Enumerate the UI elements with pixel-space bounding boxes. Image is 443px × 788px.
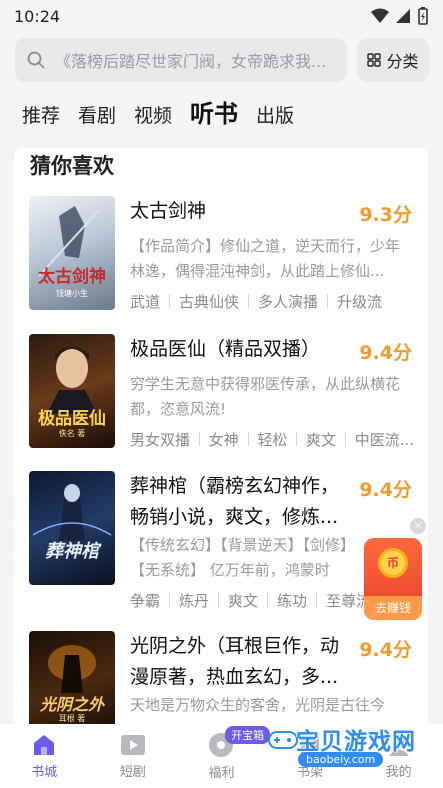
book-tag: 女神 (208, 430, 239, 449)
earn-money-button[interactable]: 币 去赚钱 (364, 538, 422, 620)
tag-divider (316, 593, 318, 607)
recommend-card: 猜你喜欢 太古剑神 钱塘小生 太古剑神 9.3分 【作品简介】修仙之道，逆天而行… (14, 148, 428, 728)
nav-label: 短剧 (119, 764, 146, 780)
earn-money-label: 去赚钱 (364, 596, 422, 620)
tag-divider (199, 432, 200, 446)
gamepad-icon (268, 731, 298, 749)
search-row: 《落榜后踏尽世家门阀，女帝跪求我... 分类 (15, 38, 429, 82)
book-tag: 轻松 (257, 430, 288, 449)
book-tag: 古典仙侠 (179, 292, 240, 311)
book-tags: 武道 古典仙侠 多人演播 升级流 (130, 289, 414, 313)
nav-short-drama[interactable]: 短剧 (89, 724, 178, 788)
book-tag: 爽文 (228, 591, 259, 610)
section-title: 猜你喜欢 (30, 154, 114, 178)
book-tag: 炼丹 (179, 591, 210, 610)
signal-icon (396, 9, 410, 23)
play-icon (120, 734, 145, 755)
tab-bar: 推荐 看剧 视频 听书 出版 (22, 94, 294, 129)
tab-audiobook[interactable]: 听书 (190, 94, 238, 129)
book-tag: 中医流... (354, 430, 414, 449)
tag-divider (296, 432, 298, 446)
cover-title: 光阴之外 (39, 695, 104, 714)
book-tag: 升级流 (337, 292, 383, 311)
coin-icon: 币 (378, 548, 408, 578)
tab-video[interactable]: 视频 (134, 101, 172, 128)
cover-author: 钱塘小生 (56, 289, 88, 298)
book-score: 9.3分 (359, 204, 412, 226)
grid-icon (367, 53, 382, 67)
watermark: 宝贝游戏网 baobeiy.com (268, 722, 438, 770)
cover-title: 太古剑神 (38, 267, 106, 287)
book-tag: 多人演播 (258, 292, 319, 311)
tag-divider (218, 593, 220, 607)
search-input[interactable]: 《落榜后踏尽世家门阀，女帝跪求我... (15, 38, 347, 82)
cover-author: 佚名 著 (58, 429, 86, 438)
book-tag: 武道 (130, 292, 161, 311)
home-icon (34, 734, 55, 755)
book-title: 太古剑神 (130, 200, 207, 222)
category-button[interactable]: 分类 (357, 38, 429, 82)
tag-divider (248, 294, 250, 308)
book-desc: 【作品简介】修仙之道，逆天而行，少年林逸，偶得混沌神剑，从此踏上修仙... (130, 237, 401, 280)
tag-divider (267, 593, 269, 607)
book-title: 葬神棺（霸榜玄幻神作，畅销小说，爽文，修炼... (130, 475, 340, 528)
book-tag: 男女双播 (130, 430, 191, 449)
book-tag: 爽文 (306, 430, 337, 449)
tag-divider (327, 294, 329, 308)
book-score: 9.4分 (359, 479, 412, 501)
book-score: 9.4分 (359, 639, 412, 661)
tag-divider (247, 432, 249, 446)
status-time: 10:24 (14, 6, 61, 26)
nav-welfare[interactable]: 开宝箱 福利 (177, 724, 271, 788)
status-icons (371, 7, 429, 25)
cover-title: 极品医仙 (38, 409, 106, 429)
book-score: 9.4分 (359, 342, 412, 364)
book-desc: 穷学生无意中获得邪医传承，从此纵横花都，恣意风流! (130, 375, 401, 418)
battery-icon (418, 7, 428, 25)
watermark-title: 宝贝游戏网 (296, 729, 416, 755)
book-cover[interactable]: 太古剑神 钱塘小生 (29, 196, 115, 310)
book-tags: 男女双播 女神 轻松 爽文 中医流... (130, 427, 414, 451)
tag-divider (169, 593, 171, 607)
book-item[interactable]: 光阴之外 耳根 著 光阴之外（耳根巨作，动漫原著，热血玄幻，多... 9.4分 … (14, 631, 428, 728)
book-item[interactable]: 太古剑神 钱塘小生 太古剑神 9.3分 【作品简介】修仙之道，逆天而行，少年林逸… (14, 196, 428, 318)
search-icon (27, 51, 45, 69)
close-icon[interactable]: × (410, 518, 426, 534)
wifi-icon (371, 8, 389, 23)
book-cover[interactable]: 葬神棺 (29, 471, 115, 585)
book-desc: 天地是万物众生的客舍，光阴是古往今来... (130, 696, 386, 714)
book-tag: 争霸 (130, 591, 161, 610)
book-item[interactable]: 极品医仙 佚名 著 极品医仙（精品双播） 9.4分 穷学生无意中获得邪医传承，从… (14, 334, 428, 456)
book-title: 极品医仙（精品双播） (130, 338, 321, 360)
cover-title: 葬神棺 (45, 541, 99, 562)
nav-label: 福利 (208, 765, 235, 781)
tab-recommend[interactable]: 推荐 (22, 101, 60, 128)
category-label: 分类 (386, 52, 419, 71)
tag-divider (345, 432, 346, 446)
tag-divider (169, 294, 171, 308)
status-bar: 10:24 (0, 0, 443, 32)
book-tag: 练功 (277, 591, 308, 610)
nav-bookstore[interactable]: 书城 (0, 724, 89, 788)
watermark-url: baobeiy.com (298, 752, 384, 767)
nav-label: 书城 (31, 764, 58, 780)
book-desc: 【传统玄幻】【背景逆天】【剑修】【无系统】 亿万年前，鸿蒙时代，... (130, 536, 356, 579)
search-placeholder: 《落榜后踏尽世家门阀，女帝跪求我... (55, 52, 327, 71)
book-cover[interactable]: 极品医仙 佚名 著 (29, 334, 115, 448)
tab-drama[interactable]: 看剧 (78, 101, 116, 128)
cover-author: 耳根 著 (58, 714, 86, 723)
treasure-badge: 开宝箱 (225, 726, 271, 744)
tab-publish[interactable]: 出版 (256, 101, 294, 128)
cover-art-icon (32, 484, 112, 541)
book-cover[interactable]: 光阴之外 耳根 著 (29, 631, 115, 728)
book-title: 光阴之外（耳根巨作，动漫原著，热血玄幻，多... (130, 635, 340, 688)
earn-money-float[interactable]: × 币 去赚钱 (360, 516, 426, 620)
